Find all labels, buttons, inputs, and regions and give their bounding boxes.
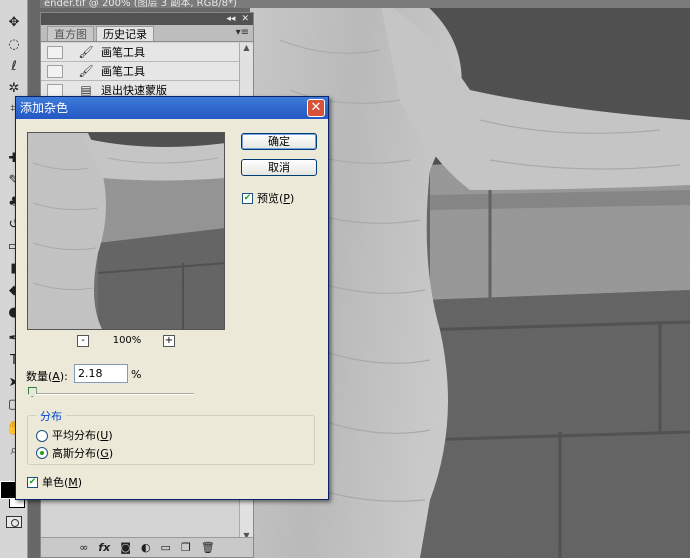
close-icon[interactable]: ✕ [307, 99, 325, 117]
list-item[interactable]: 🖌 画笔工具 [41, 62, 239, 81]
dialog-title: 添加杂色 [20, 101, 69, 115]
lasso-tool-icon[interactable]: ℓ [4, 58, 24, 76]
gaussian-label: 高斯分布(G) [52, 447, 114, 460]
preview-photo [28, 133, 224, 329]
uniform-radio[interactable] [36, 430, 48, 442]
amount-unit: % [131, 368, 142, 381]
brush-icon: 🖌 [78, 45, 94, 59]
fx-icon[interactable]: fx [98, 541, 110, 554]
zoom-out-button[interactable]: - [77, 335, 89, 347]
panel-menu-icon[interactable]: ▾≡ [236, 27, 249, 38]
monochromatic-checkbox[interactable]: ✔ [27, 477, 38, 488]
history-list: 🖌 画笔工具 🖌 画笔工具 ▤ 退出快速蒙版 [41, 43, 239, 100]
history-state-icon: ▤ [80, 83, 92, 97]
group-icon[interactable]: ▭ [161, 541, 171, 554]
trash-icon[interactable]: 🗑 [201, 541, 215, 554]
quick-mask-icon[interactable] [6, 516, 22, 528]
amount-label: 数量(A): [26, 370, 68, 383]
foreground-color-swatch[interactable] [0, 481, 16, 499]
amount-input[interactable] [74, 364, 128, 383]
list-item[interactable]: 🖌 画笔工具 [41, 43, 239, 62]
marquee-tool-icon[interactable]: ◌ [4, 36, 24, 54]
add-noise-dialog: 添加杂色 ✕ - 100% + 确定 取消 ✔ 预览(P) 数量(A): 2.1… [15, 96, 329, 500]
zoom-level: 100% [112, 335, 142, 346]
document-title: ender.tif @ 200% (图层 3 副本, RGB/8*) [40, 0, 690, 8]
amount-slider-track[interactable] [30, 393, 194, 395]
history-item-label: 画笔工具 [101, 46, 145, 59]
dialog-title-bar[interactable]: 添加杂色 ✕ [16, 97, 328, 119]
new-layer-icon[interactable]: ❐ [181, 541, 191, 554]
zoom-controls: - 100% + [77, 335, 177, 349]
panel-header: ◂◂ ✕ [41, 13, 253, 25]
zoom-in-button[interactable]: + [163, 335, 175, 347]
history-item-label: 画笔工具 [101, 65, 145, 78]
amount-slider-thumb[interactable] [27, 387, 37, 397]
panel-tabs: 直方图 历史记录 ▾≡ [41, 25, 253, 42]
distribution-title: 分布 [36, 408, 66, 424]
mask-icon[interactable]: ◙ [120, 541, 131, 554]
preview-label: 预览(P) [257, 192, 295, 205]
tab-histogram[interactable]: 直方图 [47, 26, 94, 41]
cancel-button[interactable]: 取消 [241, 159, 317, 176]
ok-button[interactable]: 确定 [241, 133, 317, 150]
scroll-up-icon[interactable]: ▲ [240, 43, 253, 55]
history-source-checkbox[interactable] [47, 45, 63, 59]
history-source-checkbox[interactable] [47, 83, 63, 97]
panel-bottom-bar: ∞ fx ◙ ◐ ▭ ❐ 🗑 [41, 537, 253, 557]
collapse-icon[interactable]: ◂◂ [226, 14, 235, 24]
link-icon[interactable]: ∞ [79, 541, 88, 554]
move-tool-icon[interactable]: ✥ [4, 14, 24, 32]
preview-image[interactable] [27, 132, 225, 330]
gaussian-radio[interactable] [36, 447, 48, 459]
close-panel-icon[interactable]: ✕ [241, 14, 249, 24]
monochromatic-label: 单色(M) [42, 476, 83, 489]
brush-icon: 🖌 [78, 64, 94, 78]
adjustment-icon[interactable]: ◐ [141, 541, 151, 554]
history-source-checkbox[interactable] [47, 64, 63, 78]
uniform-label: 平均分布(U) [52, 429, 113, 442]
tab-history[interactable]: 历史记录 [96, 26, 154, 41]
preview-checkbox[interactable]: ✔ [242, 193, 253, 204]
